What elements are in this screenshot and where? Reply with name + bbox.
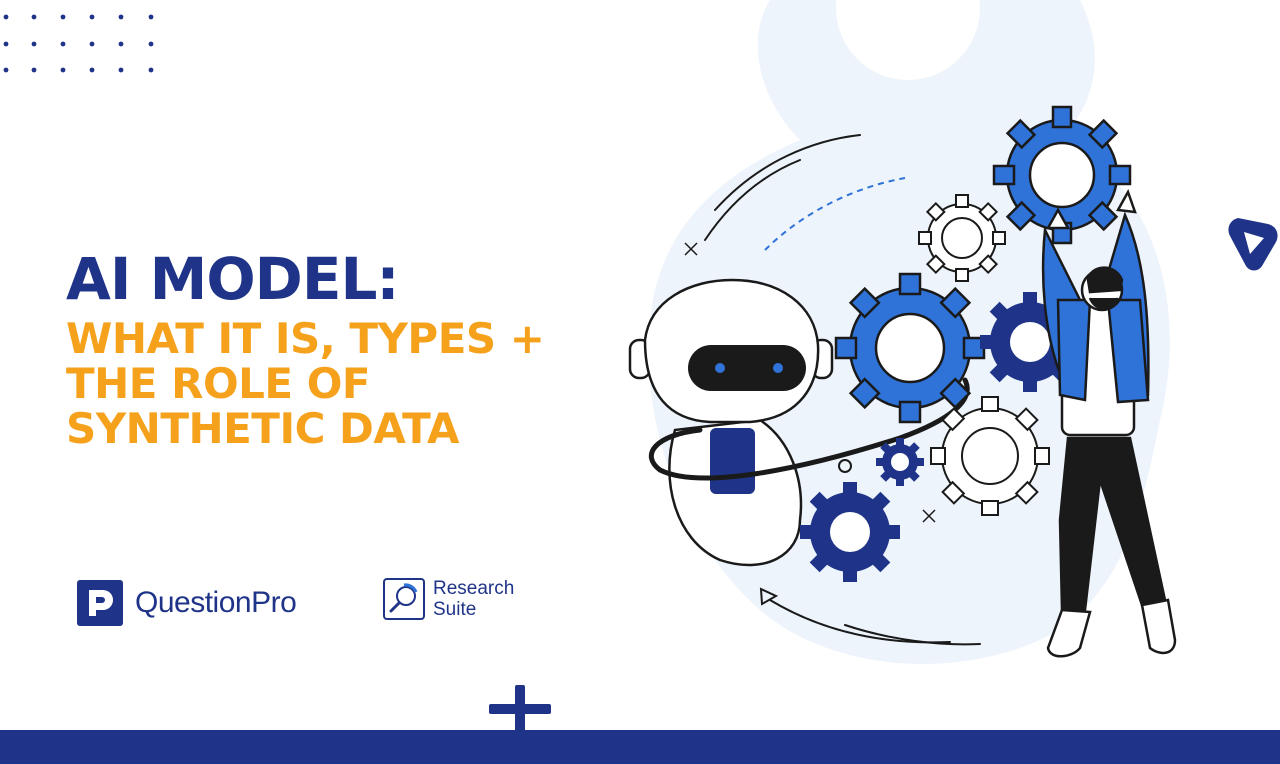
banner: AI MODEL: WHAT IT IS, TYPES + THE ROLE O… bbox=[0, 0, 1280, 764]
dot-grid bbox=[3, 14, 154, 73]
subtitle-line-1: WHAT IT IS, TYPES + bbox=[66, 314, 545, 363]
bottom-bar bbox=[0, 730, 1280, 764]
research-suite-wordmark: Research Suite bbox=[433, 578, 514, 620]
research-suite-line-2: Suite bbox=[433, 599, 477, 620]
gear-icon bbox=[918, 194, 1006, 282]
questionpro-logo-icon bbox=[77, 580, 123, 626]
gear-icon bbox=[800, 482, 900, 582]
ai-illustration bbox=[628, 0, 1177, 664]
gear-icon bbox=[834, 272, 986, 424]
questionpro-wordmark: QuestionPro bbox=[135, 586, 297, 619]
questionpro-logo: QuestionPro bbox=[77, 580, 297, 626]
research-suite-logo-icon bbox=[383, 578, 425, 620]
gear-icon bbox=[930, 396, 1050, 516]
play-triangle-icon bbox=[1228, 218, 1278, 271]
page-subtitle: WHAT IT IS, TYPES + THE ROLE OF SYNTHETI… bbox=[66, 316, 626, 451]
gear-icon bbox=[876, 438, 924, 486]
research-suite-logo: Research Suite bbox=[383, 578, 514, 620]
title-block: AI MODEL: WHAT IT IS, TYPES + THE ROLE O… bbox=[66, 246, 626, 451]
subtitle-line-3: SYNTHETIC DATA bbox=[66, 404, 460, 453]
page-title: AI MODEL: bbox=[66, 245, 400, 313]
subtitle-line-2: THE ROLE OF bbox=[66, 359, 371, 408]
plus-icon bbox=[489, 685, 551, 733]
research-suite-line-1: Research bbox=[433, 578, 515, 599]
